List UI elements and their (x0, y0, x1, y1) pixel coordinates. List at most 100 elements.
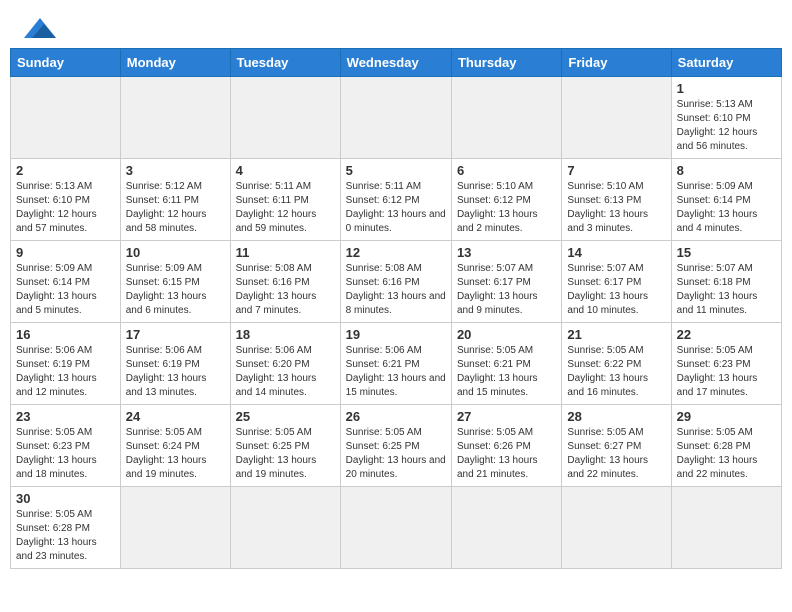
calendar-cell: 4Sunrise: 5:11 AM Sunset: 6:11 PM Daylig… (230, 159, 340, 241)
calendar-week-row: 1 Sunrise: 5:13 AM Sunset: 6:10 PM Daylig… (11, 77, 782, 159)
day-info: Sunrise: 5:05 AM Sunset: 6:28 PM Dayligh… (16, 508, 115, 564)
day-info: Sunrise: 5:08 AM Sunset: 6:16 PM Dayligh… (236, 262, 335, 318)
calendar-cell (120, 77, 230, 159)
calendar-cell: 22 Sunrise: 5:05 AM Sunset: 6:23 PM Dayli… (671, 323, 781, 405)
day-number: 5 (346, 163, 446, 178)
day-info: Sunrise: 5:05 AM Sunset: 6:28 PM Dayligh… (677, 426, 776, 482)
calendar-cell: 30 Sunrise: 5:05 AM Sunset: 6:28 PM Dayli… (11, 487, 121, 569)
calendar-week-row: 30 Sunrise: 5:05 AM Sunset: 6:28 PM Dayli… (11, 487, 782, 569)
calendar-cell: 8 Sunrise: 5:09 AM Sunset: 6:14 PM Daylig… (671, 159, 781, 241)
day-info: Sunrise: 5:07 AM Sunset: 6:17 PM Dayligh… (457, 262, 556, 318)
day-number: 14 (567, 245, 665, 260)
calendar-cell: 26 Sunrise: 5:05 AM Sunset: 6:25 PM Dayli… (340, 405, 451, 487)
day-info: Sunrise: 5:05 AM Sunset: 6:25 PM Dayligh… (346, 426, 446, 482)
calendar-cell (562, 487, 671, 569)
day-info: Sunrise: 5:05 AM Sunset: 6:26 PM Dayligh… (457, 426, 556, 482)
day-info: Sunrise: 5:05 AM Sunset: 6:23 PM Dayligh… (677, 344, 776, 400)
calendar-cell: 25Sunrise: 5:05 AM Sunset: 6:25 PM Dayli… (230, 405, 340, 487)
calendar-week-row: 16 Sunrise: 5:06 AM Sunset: 6:19 PM Dayli… (11, 323, 782, 405)
day-number: 10 (126, 245, 225, 260)
day-number: 29 (677, 409, 776, 424)
day-info: Sunrise: 5:10 AM Sunset: 6:12 PM Dayligh… (457, 180, 556, 236)
calendar-cell: 2 Sunrise: 5:13 AM Sunset: 6:10 PM Daylig… (11, 159, 121, 241)
calendar-cell (230, 77, 340, 159)
day-number: 28 (567, 409, 665, 424)
day-number: 4 (236, 163, 335, 178)
day-header-tuesday: Tuesday (230, 49, 340, 77)
day-info: Sunrise: 5:11 AM Sunset: 6:12 PM Dayligh… (346, 180, 446, 236)
calendar-cell (451, 487, 561, 569)
calendar-cell: 1 Sunrise: 5:13 AM Sunset: 6:10 PM Daylig… (671, 77, 781, 159)
day-number: 8 (677, 163, 776, 178)
calendar-cell: 10 Sunrise: 5:09 AM Sunset: 6:15 PM Dayli… (120, 241, 230, 323)
day-info: Sunrise: 5:08 AM Sunset: 6:16 PM Dayligh… (346, 262, 446, 318)
calendar-week-row: 23 Sunrise: 5:05 AM Sunset: 6:23 PM Dayli… (11, 405, 782, 487)
day-header-friday: Friday (562, 49, 671, 77)
day-number: 18 (236, 327, 335, 342)
day-info: Sunrise: 5:05 AM Sunset: 6:24 PM Dayligh… (126, 426, 225, 482)
calendar-cell: 21 Sunrise: 5:05 AM Sunset: 6:22 PM Dayli… (562, 323, 671, 405)
day-info: Sunrise: 5:09 AM Sunset: 6:15 PM Dayligh… (126, 262, 225, 318)
day-info: Sunrise: 5:06 AM Sunset: 6:20 PM Dayligh… (236, 344, 335, 400)
calendar-header-row: SundayMondayTuesdayWednesdayThursdayFrid… (11, 49, 782, 77)
day-number: 13 (457, 245, 556, 260)
day-number: 23 (16, 409, 115, 424)
day-number: 15 (677, 245, 776, 260)
calendar-cell (451, 77, 561, 159)
calendar-cell: 11 Sunrise: 5:08 AM Sunset: 6:16 PM Dayli… (230, 241, 340, 323)
day-header-saturday: Saturday (671, 49, 781, 77)
day-number: 7 (567, 163, 665, 178)
calendar-cell: 9Sunrise: 5:09 AM Sunset: 6:14 PM Daylig… (11, 241, 121, 323)
day-number: 26 (346, 409, 446, 424)
day-info: Sunrise: 5:12 AM Sunset: 6:11 PM Dayligh… (126, 180, 225, 236)
day-number: 3 (126, 163, 225, 178)
day-info: Sunrise: 5:07 AM Sunset: 6:17 PM Dayligh… (567, 262, 665, 318)
day-number: 27 (457, 409, 556, 424)
day-number: 1 (677, 81, 776, 96)
calendar-cell (120, 487, 230, 569)
day-number: 17 (126, 327, 225, 342)
calendar-cell: 28Sunrise: 5:05 AM Sunset: 6:27 PM Dayli… (562, 405, 671, 487)
day-info: Sunrise: 5:06 AM Sunset: 6:19 PM Dayligh… (16, 344, 115, 400)
day-header-sunday: Sunday (11, 49, 121, 77)
calendar-cell: 24Sunrise: 5:05 AM Sunset: 6:24 PM Dayli… (120, 405, 230, 487)
day-header-monday: Monday (120, 49, 230, 77)
day-number: 11 (236, 245, 335, 260)
day-info: Sunrise: 5:05 AM Sunset: 6:22 PM Dayligh… (567, 344, 665, 400)
day-number: 30 (16, 491, 115, 506)
day-info: Sunrise: 5:05 AM Sunset: 6:23 PM Dayligh… (16, 426, 115, 482)
calendar-cell: 7Sunrise: 5:10 AM Sunset: 6:13 PM Daylig… (562, 159, 671, 241)
day-info: Sunrise: 5:09 AM Sunset: 6:14 PM Dayligh… (677, 180, 776, 236)
calendar: SundayMondayTuesdayWednesdayThursdayFrid… (10, 48, 782, 569)
day-info: Sunrise: 5:13 AM Sunset: 6:10 PM Dayligh… (16, 180, 115, 236)
calendar-cell: 5 Sunrise: 5:11 AM Sunset: 6:12 PM Daylig… (340, 159, 451, 241)
day-number: 21 (567, 327, 665, 342)
calendar-cell (340, 77, 451, 159)
calendar-week-row: 2 Sunrise: 5:13 AM Sunset: 6:10 PM Daylig… (11, 159, 782, 241)
calendar-cell: 29 Sunrise: 5:05 AM Sunset: 6:28 PM Dayli… (671, 405, 781, 487)
calendar-cell: 3 Sunrise: 5:12 AM Sunset: 6:11 PM Daylig… (120, 159, 230, 241)
day-info: Sunrise: 5:07 AM Sunset: 6:18 PM Dayligh… (677, 262, 776, 318)
calendar-cell: 17Sunrise: 5:06 AM Sunset: 6:19 PM Dayli… (120, 323, 230, 405)
calendar-cell: 16 Sunrise: 5:06 AM Sunset: 6:19 PM Dayli… (11, 323, 121, 405)
calendar-cell: 20Sunrise: 5:05 AM Sunset: 6:21 PM Dayli… (451, 323, 561, 405)
calendar-week-row: 9Sunrise: 5:09 AM Sunset: 6:14 PM Daylig… (11, 241, 782, 323)
day-number: 22 (677, 327, 776, 342)
logo (20, 20, 56, 38)
calendar-cell (562, 77, 671, 159)
day-number: 6 (457, 163, 556, 178)
logo-icon (24, 18, 56, 38)
day-info: Sunrise: 5:05 AM Sunset: 6:21 PM Dayligh… (457, 344, 556, 400)
calendar-cell (230, 487, 340, 569)
calendar-cell: 27 Sunrise: 5:05 AM Sunset: 6:26 PM Dayli… (451, 405, 561, 487)
header (10, 10, 782, 44)
day-header-thursday: Thursday (451, 49, 561, 77)
day-number: 16 (16, 327, 115, 342)
day-number: 12 (346, 245, 446, 260)
calendar-cell: 15 Sunrise: 5:07 AM Sunset: 6:18 PM Dayli… (671, 241, 781, 323)
day-number: 2 (16, 163, 115, 178)
calendar-cell: 12 Sunrise: 5:08 AM Sunset: 6:16 PM Dayli… (340, 241, 451, 323)
day-info: Sunrise: 5:05 AM Sunset: 6:25 PM Dayligh… (236, 426, 335, 482)
calendar-cell: 18 Sunrise: 5:06 AM Sunset: 6:20 PM Dayli… (230, 323, 340, 405)
day-info: Sunrise: 5:13 AM Sunset: 6:10 PM Dayligh… (677, 98, 776, 154)
